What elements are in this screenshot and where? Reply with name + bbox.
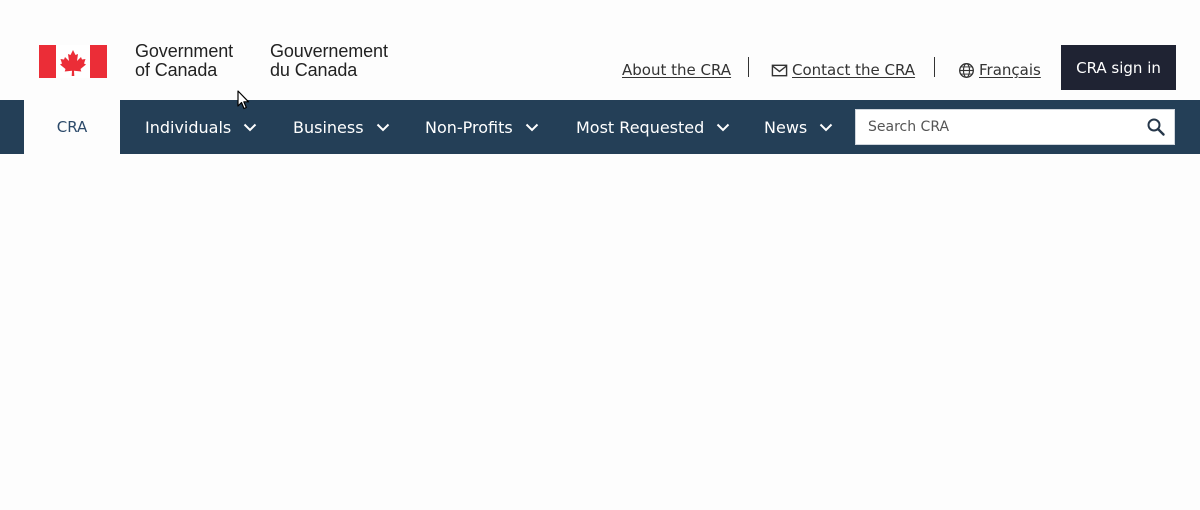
language-toggle-link[interactable]: Français xyxy=(958,60,1041,80)
search-button[interactable] xyxy=(1146,117,1166,137)
search-box xyxy=(855,109,1175,145)
envelope-icon xyxy=(771,64,788,76)
nav-item-news[interactable]: News xyxy=(764,100,833,154)
chevron-down-icon xyxy=(717,123,730,131)
language-toggle-label: Français xyxy=(979,61,1041,79)
nav-item-most-requested[interactable]: Most Requested xyxy=(576,100,730,154)
chevron-down-icon xyxy=(376,123,389,131)
mouse-cursor-icon xyxy=(237,90,250,110)
nav-item-label: News xyxy=(764,117,808,137)
wordmark-en-line1: Government xyxy=(135,41,234,61)
main-navigation: CRA Individuals Business Non-Profits Mos… xyxy=(0,100,1200,154)
nav-item-business[interactable]: Business xyxy=(293,100,390,154)
chevron-down-icon xyxy=(525,123,538,131)
search-input[interactable] xyxy=(856,110,1136,144)
canada-flag-icon[interactable] xyxy=(39,45,107,78)
wordmark-fr-line2: du Canada xyxy=(270,60,358,80)
nav-home-cra[interactable]: CRA xyxy=(24,100,120,154)
nav-item-label: Most Requested xyxy=(576,117,705,137)
nav-item-label: Business xyxy=(293,117,364,137)
divider xyxy=(748,57,749,77)
contact-cra-link[interactable]: Contact the CRA xyxy=(771,60,915,80)
chevron-down-icon xyxy=(820,123,833,131)
globe-icon xyxy=(959,62,974,78)
cra-sign-in-button[interactable]: CRA sign in xyxy=(1061,45,1176,90)
chevron-down-icon xyxy=(244,123,257,131)
nav-item-label: Individuals xyxy=(145,117,232,137)
government-of-canada-wordmark-fr[interactable]: Gouvernement du Canada xyxy=(270,42,410,80)
site-header: Government of Canada Gouvernement du Can… xyxy=(0,0,1200,100)
nav-item-label: Non-Profits xyxy=(425,117,513,137)
search-icon xyxy=(1147,118,1165,136)
government-of-canada-wordmark-en[interactable]: Government of Canada xyxy=(135,42,255,80)
wordmark-en-line2: of Canada xyxy=(135,60,218,80)
wordmark-fr-line1: Gouvernement xyxy=(270,41,388,61)
nav-item-non-profits[interactable]: Non-Profits xyxy=(425,100,539,154)
contact-cra-label: Contact the CRA xyxy=(792,61,916,79)
about-cra-link[interactable]: About the CRA xyxy=(622,60,731,80)
divider xyxy=(934,57,935,77)
